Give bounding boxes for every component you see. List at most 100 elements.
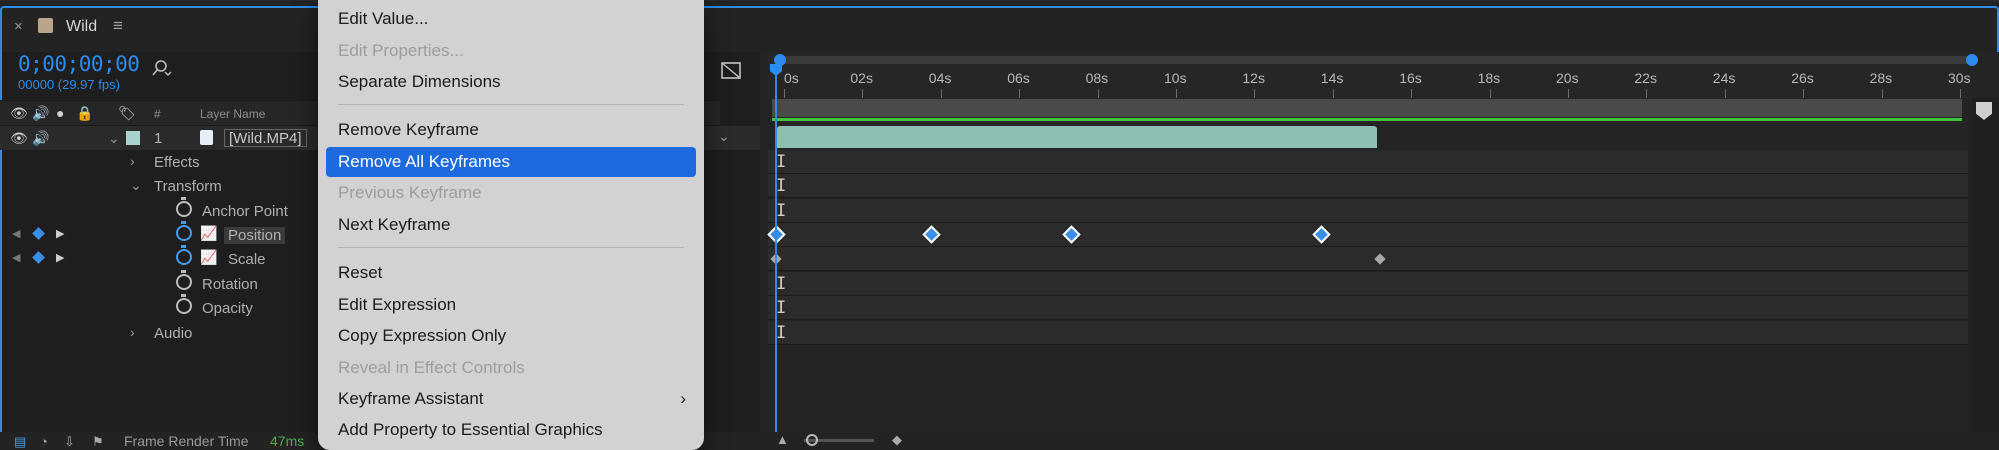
ruler-tick	[1489, 89, 1491, 98]
work-area-bar[interactable]	[772, 99, 1962, 117]
graph-editor-icon[interactable]: 📈	[200, 249, 217, 266]
status-bar: ▤ ◔ ⇩ ⚑ Frame Render Time 47ms ▲ ◆	[0, 432, 1999, 450]
composition-tab-bar: × Wild ≡	[0, 0, 1999, 52]
context-menu: Edit Value... Edit Properties... Separate …	[318, 0, 704, 450]
menu-item-label: Edit Value...	[338, 9, 429, 28]
ibeam-marker-icon: I	[776, 152, 787, 172]
track-opacity: I	[768, 296, 1968, 320]
layer-mode-dropdown-icon[interactable]: ⌄	[718, 128, 730, 145]
stopwatch-active-icon[interactable]	[176, 245, 192, 265]
stopwatch-icon[interactable]	[176, 197, 192, 217]
layer-name[interactable]: [Wild.MP4]	[224, 129, 307, 147]
audio-expand-icon[interactable]: ›	[130, 324, 135, 340]
ruler-tick	[1254, 89, 1256, 98]
ruler-tick-label: 14s	[1320, 70, 1344, 86]
ruler-tick	[1411, 89, 1413, 98]
stopwatch-icon[interactable]	[176, 294, 192, 314]
rotation-label: Rotation	[202, 276, 258, 293]
scale-keyframe[interactable]	[1374, 253, 1386, 265]
toggle-switches-icon[interactable]: ▤	[14, 434, 26, 450]
effects-expand-icon[interactable]: ›	[130, 153, 135, 169]
menu-item-copy-expression-only[interactable]: Copy Expression Only	[326, 321, 696, 351]
menu-item-edit-properties: Edit Properties...	[326, 36, 696, 66]
layer-duration-bar[interactable]	[777, 126, 1377, 148]
track-position[interactable]	[767, 223, 1968, 247]
menu-item-reset[interactable]: Reset	[326, 258, 696, 288]
menu-item-label: Remove Keyframe	[338, 120, 479, 139]
graph-editor-icon[interactable]: 📈	[200, 225, 217, 242]
add-keyframe-icon[interactable]	[32, 251, 45, 264]
ibeam-marker-icon: I	[776, 274, 787, 294]
ruler-tick-label: 08s	[1085, 70, 1109, 86]
zoom-slider-knob[interactable]	[806, 434, 818, 446]
ruler-tick	[1019, 89, 1021, 98]
track-scale[interactable]	[768, 247, 1968, 271]
layer-visibility-icon[interactable]: 👁	[10, 130, 28, 147]
menu-item-separate-dimensions[interactable]: Separate Dimensions	[326, 67, 696, 97]
toggle-render-time-icon[interactable]: ⚑	[92, 434, 104, 450]
ruler-tick	[1803, 89, 1805, 98]
frame-render-time-label: Frame Render Time	[124, 433, 249, 449]
ruler-tick-label: 0s	[784, 70, 799, 86]
close-tab-icon[interactable]: ×	[14, 18, 23, 35]
composition-tab-title[interactable]: Wild	[66, 18, 97, 36]
time-navigator-bar[interactable]	[774, 54, 1978, 66]
current-time-display[interactable]: 0;00;00;00	[18, 52, 140, 76]
previous-keyframe-icon[interactable]: ◀	[12, 251, 20, 264]
panel-menu-icon[interactable]: ≡	[113, 16, 123, 36]
scale-label: Scale	[228, 251, 266, 268]
toggle-modes-icon[interactable]: ◔	[40, 434, 48, 449]
solo-dot-icon[interactable]: ●	[56, 105, 64, 121]
layer-expand-chevron-icon[interactable]: ⌄	[108, 130, 120, 147]
menu-item-remove-all-keyframes[interactable]: Remove All Keyframes	[326, 147, 696, 177]
track-transform: I	[768, 174, 1968, 198]
position-keyframe[interactable]	[1312, 225, 1331, 244]
menu-item-label: Previous Keyframe	[338, 183, 482, 202]
layer-audio-icon[interactable]: 🔊	[32, 130, 49, 147]
audio-speaker-icon[interactable]: 🔊	[32, 105, 49, 122]
ruler-tick-label: 04s	[928, 70, 952, 86]
position-keyframe[interactable]	[922, 225, 941, 244]
menu-item-next-keyframe[interactable]: Next Keyframe	[326, 210, 696, 240]
position-keyframe[interactable]	[1062, 225, 1081, 244]
menu-item-add-property-to-essential-graphics[interactable]: Add Property to Essential Graphics	[326, 415, 696, 445]
next-keyframe-icon[interactable]: ▶	[56, 251, 64, 264]
next-keyframe-icon[interactable]: ▶	[56, 227, 64, 240]
previous-keyframe-icon[interactable]: ◀	[12, 227, 20, 240]
ruler-tick-label: 20s	[1556, 70, 1579, 86]
lock-icon[interactable]: 🔒	[76, 105, 93, 122]
time-ruler[interactable]: 0s 02s 04s 06s 08s 10s 12s 14s 16s 18s 20s 22s 24s 26…	[768, 52, 1978, 98]
menu-item-label: Next Keyframe	[338, 215, 451, 234]
timeline-panel[interactable]: 0s 02s 04s 06s 08s 10s 12s 14s 16s 18s 20s 22s 24s 26…	[721, 52, 1999, 450]
search-icon[interactable]	[152, 60, 172, 78]
toggle-in-out-icon[interactable]: ⇩	[64, 434, 75, 450]
navigator-end-handle[interactable]	[1966, 54, 1978, 66]
cached-frames-indicator	[772, 118, 1962, 121]
layer-label-color[interactable]	[126, 131, 140, 145]
ibeam-marker-icon: I	[776, 298, 787, 318]
menu-item-previous-keyframe: Previous Keyframe	[326, 178, 696, 208]
ruler-tick-label: 02s	[850, 70, 873, 86]
visibility-eye-icon[interactable]: 👁	[10, 105, 28, 122]
zoom-in-mountains-icon[interactable]: ◆	[892, 432, 902, 448]
menu-item-edit-value[interactable]: Edit Value...	[326, 4, 696, 34]
ruler-tick-label: 22s	[1634, 70, 1657, 86]
current-time-indicator[interactable]	[775, 64, 777, 450]
menu-item-remove-keyframe[interactable]: Remove Keyframe	[326, 115, 696, 145]
add-keyframe-icon[interactable]	[32, 227, 45, 240]
label-tag-icon[interactable]: 🏷	[118, 105, 136, 122]
zoom-out-mountains-icon[interactable]: ▲	[776, 432, 789, 447]
effects-label: Effects	[154, 154, 200, 171]
ruler-tick-label: 12s	[1242, 70, 1265, 86]
composition-mini-flowchart-icon[interactable]	[720, 60, 742, 82]
submenu-chevron-icon: ›	[680, 389, 686, 408]
menu-item-label: Edit Properties...	[338, 41, 464, 60]
layer-name-header[interactable]: Layer Name	[200, 107, 265, 121]
stopwatch-icon[interactable]	[176, 270, 192, 290]
transform-collapse-icon[interactable]: ⌄	[130, 177, 142, 194]
stopwatch-active-icon[interactable]	[176, 221, 192, 241]
ruler-tick-label: 16s	[1399, 70, 1422, 86]
menu-item-keyframe-assistant[interactable]: Keyframe Assistant ›	[326, 384, 696, 414]
ibeam-marker-icon: I	[776, 323, 787, 343]
menu-item-edit-expression[interactable]: Edit Expression	[326, 290, 696, 320]
